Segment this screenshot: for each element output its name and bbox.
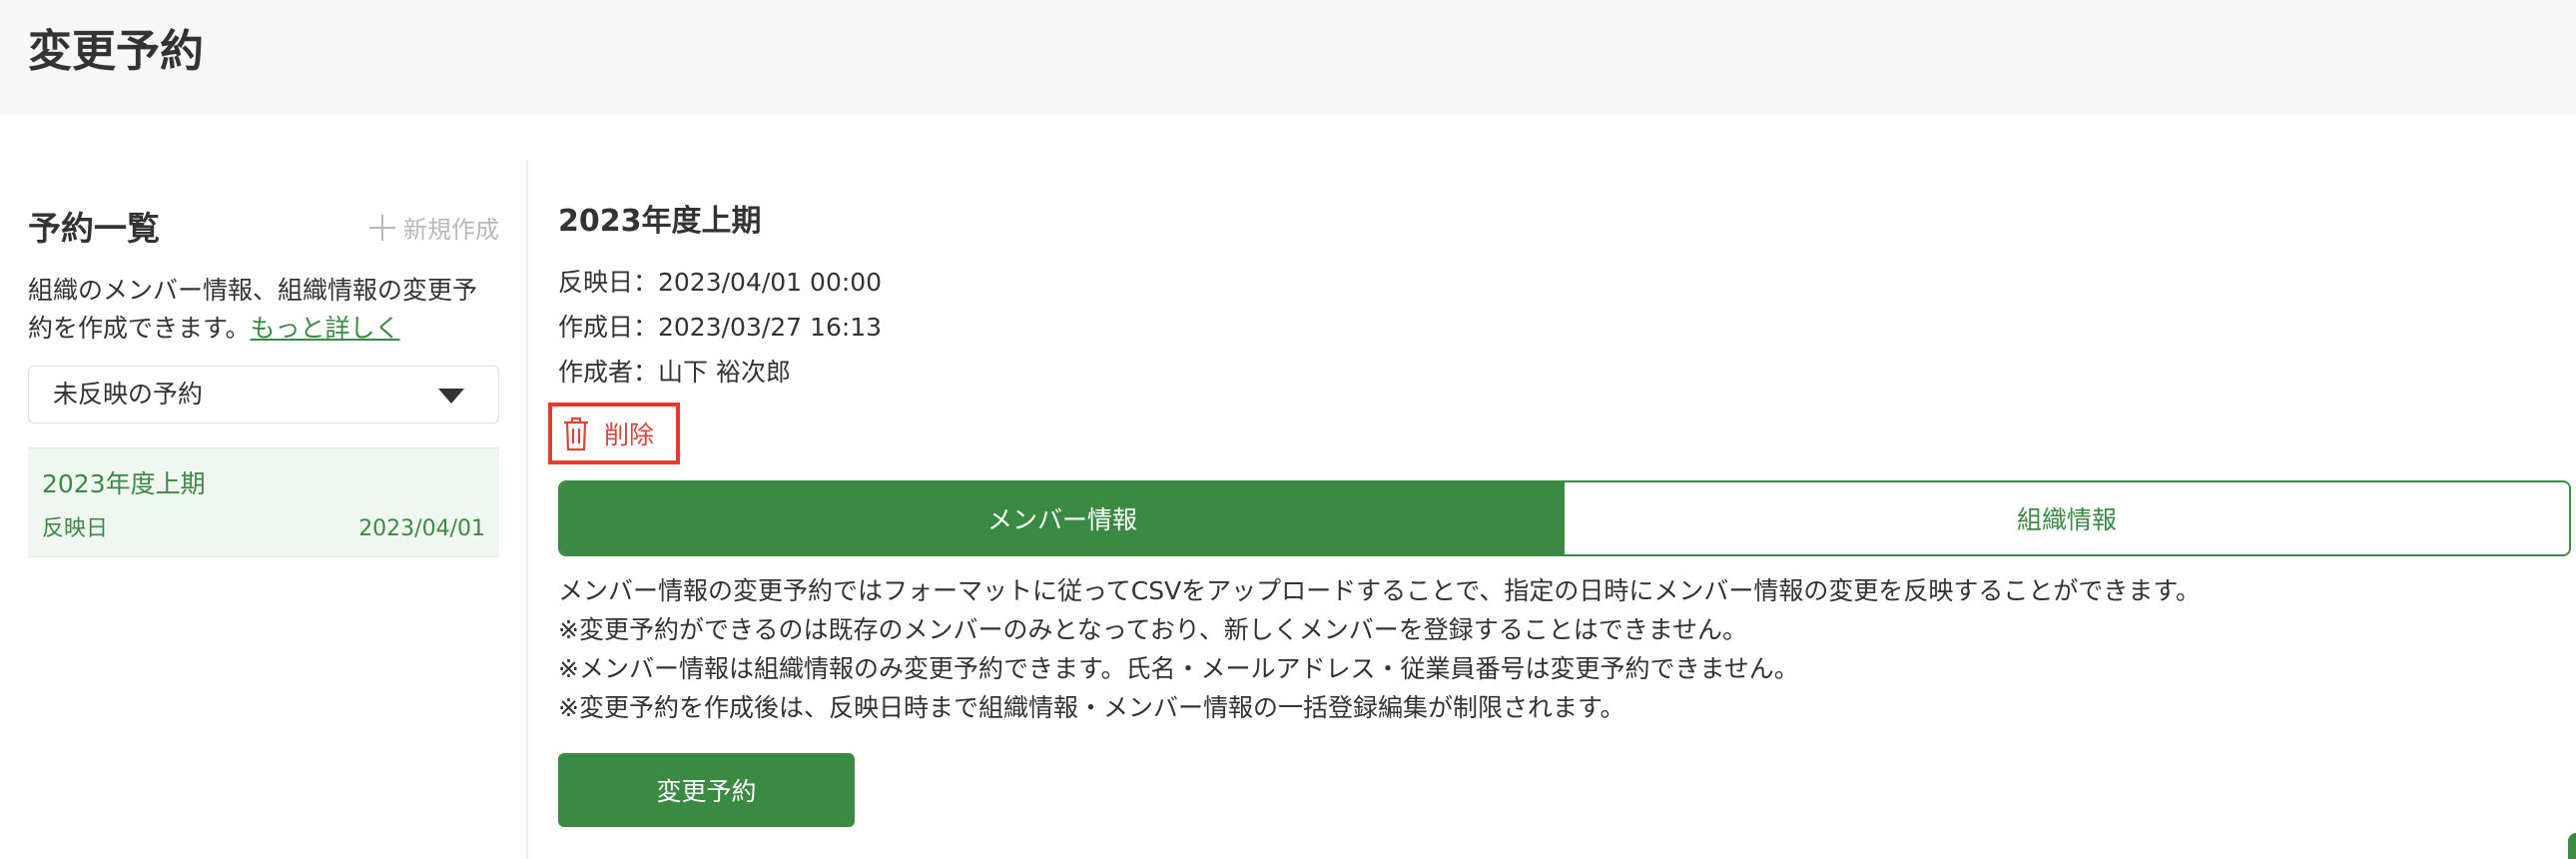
- reservation-item-date-label: 反映日: [42, 516, 109, 541]
- sidebar-description: 組織のメンバー情報、組織情報の変更予約を作成できます。もっと詳しく: [28, 272, 499, 348]
- note-line: メンバー情報の変更予約ではフォーマットに従ってCSVをアップロードすることで、指…: [558, 576, 2201, 605]
- filter-selected-value: 未反映の予約: [53, 380, 204, 409]
- reservation-list-item[interactable]: 2023年度上期 反映日 2023/04/01: [28, 447, 499, 557]
- delete-label: 削除: [604, 421, 655, 449]
- delete-button[interactable]: 削除: [548, 403, 680, 464]
- learn-more-link[interactable]: もっと詳しく: [251, 314, 400, 343]
- sidebar: 予約一覧 新規作成 組織のメンバー情報、組織情報の変更予約を作成できます。もっと…: [28, 200, 499, 557]
- reservation-item-title: 2023年度上期: [42, 469, 206, 498]
- corner-indicator: [2568, 833, 2576, 859]
- plus-icon: [367, 213, 397, 243]
- created-date: 作成日：2023/03/27 16:13: [558, 313, 883, 342]
- info-tabs: メンバー情報 組織情報: [558, 480, 2571, 556]
- note-line: ※メンバー情報は組織情報のみ変更予約できます。氏名・メールアドレス・従業員番号は…: [558, 654, 1799, 683]
- page-title: 変更予約: [28, 26, 204, 77]
- author: 作成者：山下 裕次郎: [558, 358, 791, 387]
- page-header: 変更予約: [0, 0, 2576, 115]
- note-line: ※変更予約を作成後は、反映日時まで組織情報・メンバー情報の一括登録編集が制限され…: [558, 693, 1625, 722]
- new-reservation-label: 新規作成: [403, 216, 499, 244]
- chevron-down-icon: [438, 389, 464, 404]
- reservation-filter-select[interactable]: 未反映の予約: [28, 366, 499, 424]
- reservation-item-date: 2023/04/01: [358, 516, 485, 541]
- new-reservation-button[interactable]: 新規作成: [367, 210, 499, 245]
- notes: メンバー情報の変更予約ではフォーマットに従ってCSVをアップロードすることで、指…: [558, 571, 2565, 727]
- reservation-detail: 2023年度上期 反映日：2023/04/01 00:00 作成日：2023/0…: [548, 200, 2565, 464]
- reflect-date: 反映日：2023/04/01 00:00: [558, 268, 883, 297]
- tab-member-info[interactable]: メンバー情報: [560, 482, 1565, 554]
- detail-title: 2023年度上期: [558, 204, 762, 239]
- sidebar-title: 予約一覧: [28, 209, 160, 248]
- column-divider: [526, 160, 528, 859]
- tab-organization-info[interactable]: 組織情報: [1565, 482, 2569, 554]
- note-line: ※変更予約ができるのは既存のメンバーのみとなっており、新しくメンバーを登録するこ…: [558, 615, 1747, 644]
- trash-icon: [564, 417, 588, 451]
- sidebar-header: 予約一覧 新規作成: [28, 200, 499, 260]
- change-reservation-button[interactable]: 変更予約: [558, 753, 855, 827]
